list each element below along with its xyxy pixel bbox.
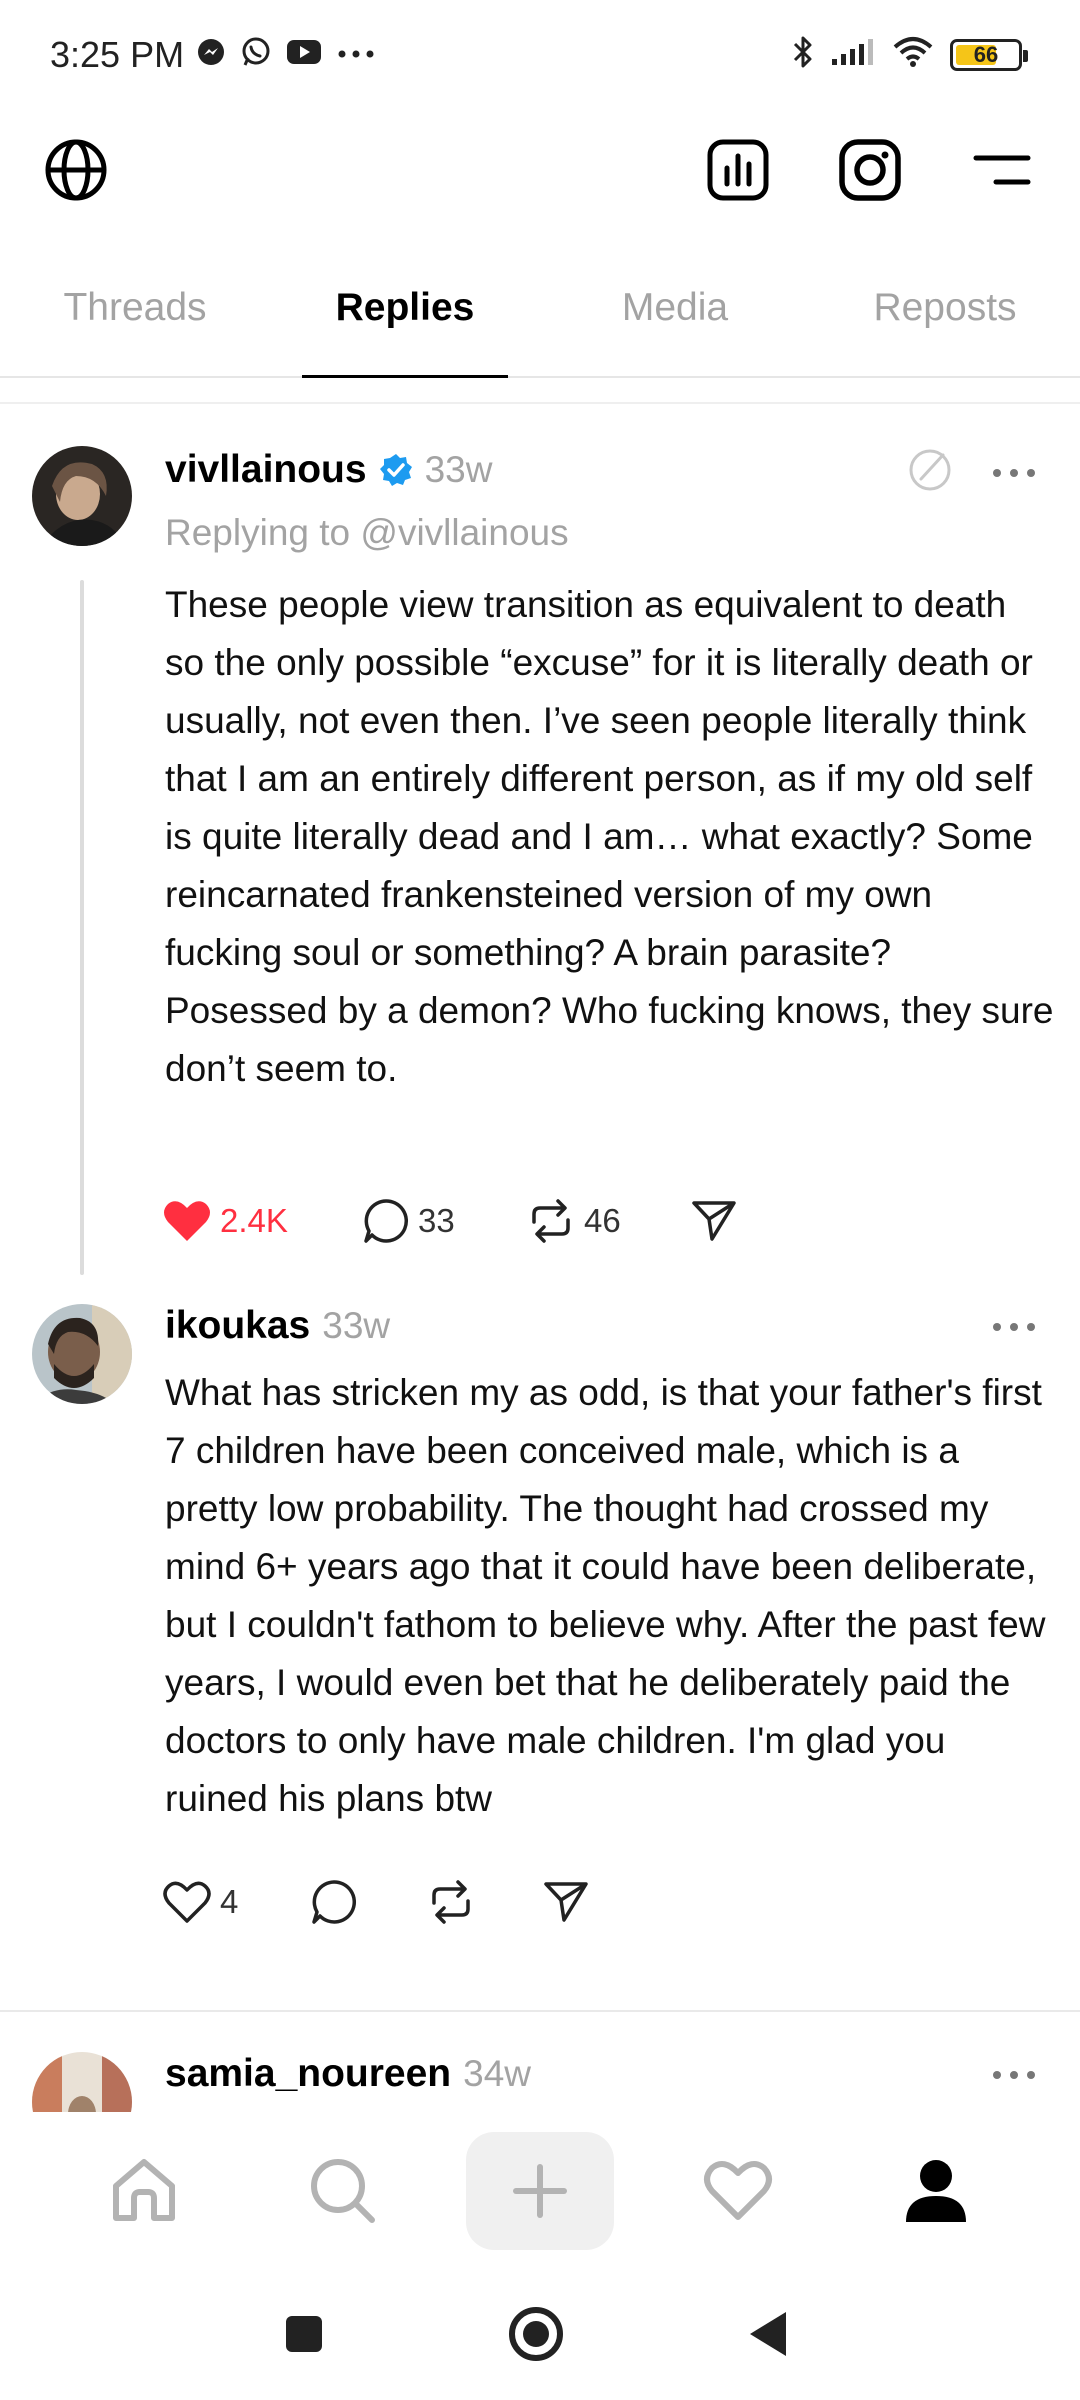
avatar[interactable]: [32, 1304, 132, 1404]
like-count: 2.4K: [220, 1202, 288, 1239]
tab-media[interactable]: Media: [540, 270, 810, 376]
comment-count: 33: [418, 1202, 455, 1239]
bluetooth-icon: [792, 34, 814, 75]
repost-icon: [532, 1199, 570, 1243]
share-button[interactable]: [542, 1880, 590, 1924]
more-dots-icon: [336, 46, 376, 64]
username[interactable]: samia_noureen: [165, 2052, 451, 2096]
back-button[interactable]: [728, 2294, 808, 2374]
replying-to-label[interactable]: Replying to @vivllainous: [165, 512, 569, 554]
comment-icon: [364, 1199, 409, 1243]
repost-count: 46: [584, 1202, 621, 1239]
thread-post: vivllainous 33w Replying to @vivllainous…: [0, 402, 1080, 1282]
post-header: ikoukas 33w: [165, 1304, 390, 1348]
topic-edit-icon[interactable]: [904, 444, 956, 496]
instagram-icon[interactable]: [836, 136, 904, 204]
post-actions: 2.4K 33 46: [162, 1197, 738, 1245]
username[interactable]: vivllainous: [165, 448, 367, 492]
comment-button[interactable]: 33: [362, 1197, 526, 1245]
thread-post: samia_noureen 34w: [0, 2012, 1080, 2112]
verified-badge-icon: [379, 453, 413, 487]
send-icon: [692, 1201, 736, 1241]
battery-level: 66: [973, 41, 999, 67]
post-text: These people view transition as equivale…: [165, 584, 1054, 1089]
create-icon[interactable]: [466, 2132, 614, 2250]
comment-button[interactable]: [310, 1878, 426, 1926]
system-status-icons: 66: [792, 34, 1028, 75]
comment-icon: [312, 1880, 357, 1924]
share-button[interactable]: [690, 1199, 738, 1243]
insights-icon[interactable]: [704, 136, 772, 204]
tab-replies[interactable]: Replies: [270, 270, 540, 378]
heart-icon: [163, 1881, 211, 1923]
youtube-icon: [286, 38, 322, 71]
thread-post: ikoukas 33w What has stricken my as odd,…: [0, 1282, 1080, 2012]
system-navigation: [0, 2268, 1080, 2400]
like-count: 4: [220, 1883, 239, 1920]
home-button[interactable]: [496, 2294, 576, 2374]
post-actions: 4: [162, 1878, 590, 1926]
repost-button[interactable]: 46: [526, 1198, 690, 1244]
profile-icon[interactable]: [876, 2130, 996, 2250]
post-text: What has stricken my as odd, is that you…: [165, 1372, 1046, 1819]
post-header: vivllainous 33w: [165, 448, 492, 492]
signal-icon: [830, 37, 876, 72]
more-options-icon[interactable]: [988, 458, 1040, 488]
post-time: 33w: [424, 449, 493, 490]
bottom-navigation: [0, 2112, 1080, 2268]
avatar[interactable]: [32, 2052, 132, 2112]
home-icon[interactable]: [84, 2130, 204, 2250]
avatar[interactable]: [32, 446, 132, 546]
status-bar: 3:25 PM 66: [0, 0, 1080, 110]
battery-icon: 66: [950, 38, 1028, 71]
tab-threads[interactable]: Threads: [0, 270, 270, 376]
wifi-icon: [892, 36, 934, 73]
globe-icon[interactable]: [42, 136, 110, 204]
like-button[interactable]: 4: [162, 1879, 310, 1925]
post-time: 34w: [463, 2053, 532, 2094]
like-button[interactable]: 2.4K: [162, 1198, 362, 1244]
tab-reposts[interactable]: Reposts: [810, 270, 1080, 376]
thread-line: [80, 580, 84, 1275]
more-options-icon[interactable]: [988, 2060, 1040, 2090]
whatsapp-icon: [240, 36, 272, 73]
send-icon: [544, 1882, 588, 1922]
more-options-icon[interactable]: [988, 1312, 1040, 1342]
profile-top-bar: [0, 120, 1080, 220]
username[interactable]: ikoukas: [165, 1304, 310, 1348]
menu-icon[interactable]: [968, 136, 1036, 204]
post-header: samia_noureen 34w: [165, 2052, 531, 2096]
repost-button[interactable]: [426, 1879, 542, 1925]
profile-tabs: Threads Replies Media Reposts: [0, 270, 1080, 378]
search-icon[interactable]: [282, 2130, 402, 2250]
post-time: 33w: [322, 1305, 391, 1346]
repost-icon: [432, 1880, 470, 1924]
status-time: 3:25 PM: [50, 34, 185, 75]
heart-filled-icon: [164, 1201, 210, 1241]
activity-icon[interactable]: [678, 2130, 798, 2250]
notification-icons: [196, 36, 376, 73]
recents-button[interactable]: [264, 2294, 344, 2374]
messenger-icon: [196, 37, 226, 72]
